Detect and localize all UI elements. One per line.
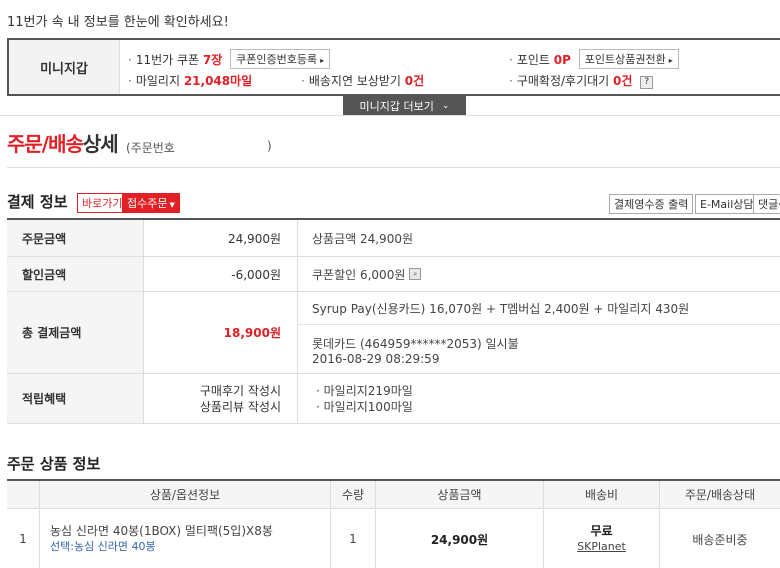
- divider: [0, 115, 780, 116]
- benefit-row: 적립혜택 구매후기 작성시 상품리뷰 작성시 · 마일리지219마일 · 마일리…: [7, 374, 780, 424]
- order-number-close: ): [267, 139, 272, 153]
- receipt-order-button[interactable]: 접수주문 ▼: [122, 193, 180, 213]
- table-header-qty: 수량: [331, 481, 376, 509]
- bullet: ·: [509, 53, 513, 67]
- benefit-values: · 마일리지219마일 · 마일리지100마일: [298, 374, 780, 423]
- payment-datetime: 2016-08-29 08:29:59: [312, 352, 440, 366]
- confirm-value[interactable]: 0건: [613, 74, 632, 88]
- total-label: 총 결제금액: [7, 292, 144, 373]
- mileage-value[interactable]: 21,048마일: [184, 74, 252, 88]
- divider: [7, 167, 780, 168]
- quantity-cell: 1: [331, 510, 376, 568]
- shipping-cell: 무료 SKPlanet: [544, 510, 660, 568]
- discount-value: -6,000원: [144, 257, 298, 291]
- benefit-val-2: · 마일리지100마일: [316, 399, 413, 414]
- delay-value[interactable]: 0건: [405, 74, 424, 88]
- reply-consult-button[interactable]: 댓글상: [753, 194, 780, 214]
- delay-label: 배송지연 보상받기: [308, 74, 401, 88]
- benefit-conditions: 구매후기 작성시 상품리뷰 작성시: [144, 374, 298, 423]
- wallet-delay: · 배송지연 보상받기 0건: [301, 72, 424, 89]
- order-amount-value: 24,900원: [144, 220, 298, 256]
- payment-section-title: 결제 정보: [7, 193, 68, 211]
- point-convert-label: 포인트상품권전환: [584, 53, 666, 66]
- coupon-count[interactable]: 7장: [203, 53, 222, 67]
- bullet: ·: [128, 53, 132, 67]
- total-detail: Syrup Pay(신용카드) 16,070원 + T멤버십 2,400원 + …: [298, 292, 780, 373]
- caret-down-icon: ▼: [169, 201, 175, 209]
- wallet-point: · 포인트 0P 포인트상품권전환 ▸: [509, 49, 679, 69]
- email-consult-button[interactable]: E-Mail상담: [695, 194, 759, 214]
- coupon-register-label: 쿠폰인증번호등록: [236, 53, 318, 66]
- point-label: 포인트: [516, 53, 550, 67]
- table-header-price: 상품금액: [376, 481, 544, 509]
- payment-table: 주문금액 24,900원 상품금액 24,900원 할인금액 -6,000원 쿠…: [7, 218, 780, 428]
- help-icon[interactable]: ?: [640, 76, 654, 89]
- product-option: 선택:농심 신라면 40봉: [50, 540, 156, 553]
- more-label: 미니지갑 더보기: [359, 100, 434, 113]
- chevron-right-icon: ▸: [668, 56, 673, 65]
- product-section-title: 주문 상품 정보: [7, 455, 101, 473]
- page-title-red: 주문/배송: [7, 132, 84, 156]
- magnifier-icon[interactable]: ⌕: [409, 268, 422, 280]
- product-table: 상품/옵션정보 수량 상품금액 배송비 주문/배송상태 1 농심 신라면 40봉…: [7, 479, 780, 568]
- order-amount-row: 주문금액 24,900원 상품금액 24,900원: [7, 220, 780, 257]
- payment-method-breakdown: Syrup Pay(신용카드) 16,070원 + T멤버십 2,400원 + …: [312, 302, 690, 316]
- table-header-status: 주문/배송상태: [660, 481, 780, 509]
- page-title-black: 상세: [82, 132, 119, 156]
- coupon-register-button[interactable]: 쿠폰인증번호등록 ▸: [230, 49, 331, 69]
- bullet: ·: [301, 74, 305, 88]
- benefit-label: 적립혜택: [7, 374, 144, 423]
- benefit-val-1: · 마일리지219마일: [316, 383, 413, 398]
- total-row: 총 결제금액 18,900원 Syrup Pay(신용카드) 16,070원 +…: [7, 292, 780, 374]
- point-convert-button[interactable]: 포인트상품권전환 ▸: [578, 49, 679, 69]
- discount-row: 할인금액 -6,000원 쿠폰할인 6,000원 ⌕: [7, 257, 780, 292]
- bullet: ·: [128, 74, 132, 88]
- divider: [298, 324, 780, 325]
- page-title: 주문/배송상세: [7, 128, 119, 157]
- benefit-cond-2: 상품리뷰 작성시: [199, 399, 281, 414]
- discount-label: 할인금액: [7, 257, 144, 291]
- confirm-label: 구매확정/후기대기: [516, 74, 610, 88]
- mileage-label: 마일리지: [135, 74, 180, 88]
- chevron-right-icon: ▸: [320, 56, 325, 65]
- table-header-shipping: 배송비: [544, 481, 660, 509]
- order-amount-detail: 상품금액 24,900원: [312, 231, 414, 246]
- coupon-label: 11번가 쿠폰: [135, 53, 200, 67]
- row-number: 1: [7, 510, 40, 568]
- order-number-label: (주문번호: [126, 141, 175, 155]
- product-info-cell: 농심 신라면 40봉(1BOX) 멀티팩(5입)X8봉 선택:농심 신라면 40…: [40, 510, 331, 568]
- benefit-cond-1: 구매후기 작성시: [199, 383, 281, 398]
- page-notice: 11번가 속 내 정보를 한눈에 확인하세요!: [7, 15, 229, 30]
- table-header-product: 상품/옵션정보: [40, 481, 331, 509]
- order-amount-label: 주문금액: [7, 220, 144, 256]
- point-value[interactable]: 0P: [554, 53, 571, 67]
- wallet-coupon: · 11번가 쿠폰 7장 쿠폰인증번호등록 ▸: [128, 49, 331, 69]
- status-cell: 배송준비중: [692, 532, 748, 547]
- wallet-mileage: · 마일리지 21,048마일: [128, 72, 252, 89]
- card-info: 롯데카드 (464959******2053) 일시불: [312, 337, 519, 351]
- receipt-print-button[interactable]: 결제영수증 출력: [609, 194, 694, 214]
- product-name[interactable]: 농심 신라면 40봉(1BOX) 멀티팩(5입)X8봉: [50, 523, 273, 539]
- chevron-down-icon: ⌄: [441, 101, 450, 111]
- bullet: ·: [509, 74, 513, 88]
- discount-detail: 쿠폰할인 6,000원 ⌕: [298, 257, 780, 291]
- total-value: 18,900원: [144, 292, 298, 373]
- wallet-confirm: · 구매확정/후기대기 0건 ?: [509, 72, 654, 89]
- benefit-val-1-text: 마일리지219마일: [323, 383, 413, 398]
- benefit-val-2-text: 마일리지100마일: [323, 399, 413, 414]
- shipping-fee: 무료: [590, 524, 613, 538]
- discount-detail-text: 쿠폰할인 6,000원: [312, 267, 406, 282]
- receipt-order-label: 접수주문: [127, 197, 168, 210]
- price-cell: 24,900원: [376, 510, 544, 568]
- mini-wallet-more-button[interactable]: 미니지갑 더보기 ⌄: [343, 96, 466, 116]
- table-header-no: [7, 481, 40, 509]
- shipping-company-link[interactable]: SKPlanet: [577, 539, 626, 555]
- mini-wallet-title: 미니지갑: [9, 40, 120, 94]
- shortcut-button[interactable]: 바로가기: [77, 193, 128, 213]
